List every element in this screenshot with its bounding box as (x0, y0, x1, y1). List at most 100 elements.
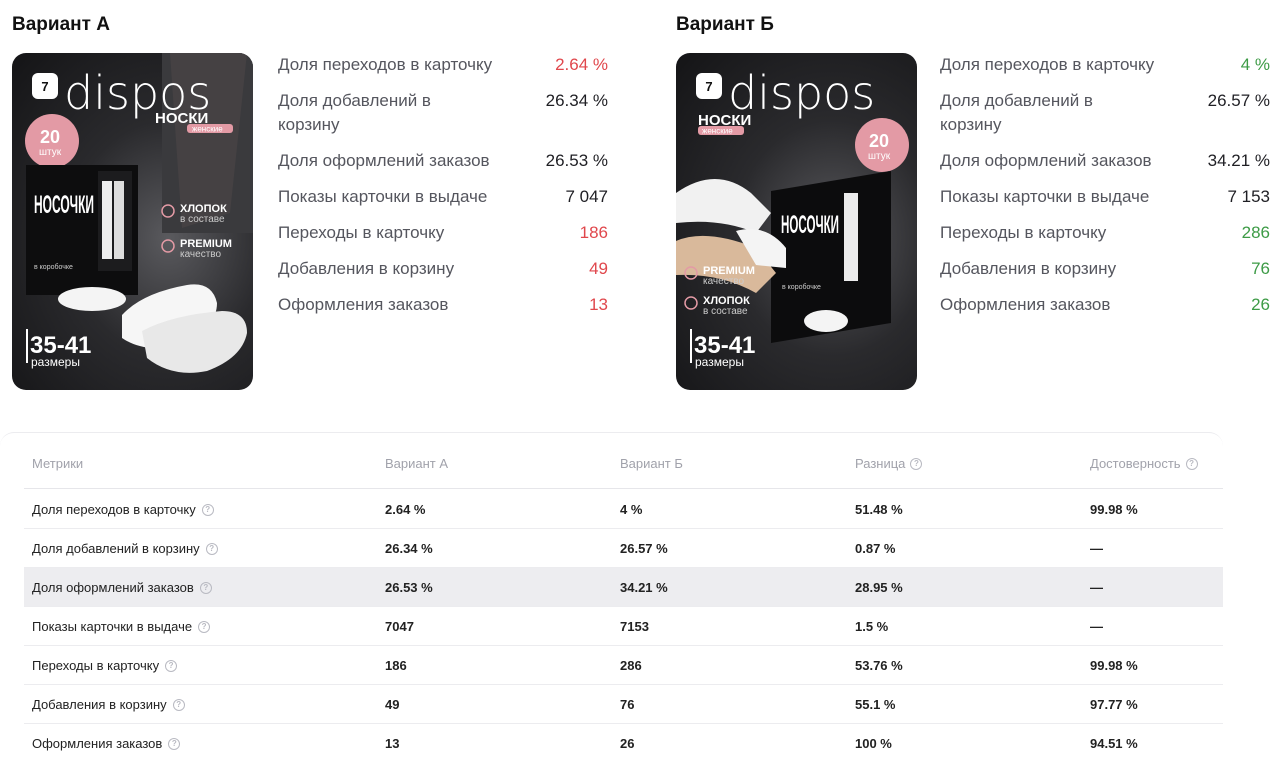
metric-value: 7 047 (565, 187, 608, 206)
header-confidence-label: Достоверность (1090, 456, 1181, 471)
metric-row: Доля оформлений заказов 34.21 % (940, 149, 1270, 173)
metric-value: 26.34 % (545, 91, 608, 110)
feature2-small-a: качество (180, 249, 221, 260)
metric-label: Переходы в карточку (278, 223, 445, 242)
feature2-small-b: в составе (703, 306, 748, 317)
row-variant-b: 26 (620, 736, 635, 751)
metric-value: 26.53 % (545, 151, 608, 170)
help-icon[interactable]: ? (205, 542, 218, 555)
help-icon[interactable]: ? (199, 581, 212, 594)
metric-row: Переходы в карточку 286 (940, 221, 1270, 245)
header-difference: Разница? (855, 456, 923, 471)
row-difference: 28.95 % (855, 580, 903, 595)
row-metric-label: Доля оформлений заказов (32, 580, 194, 595)
help-icon[interactable]: ? (165, 659, 178, 672)
table-row: Переходы в карточку? 186 286 53.76 % 99.… (24, 646, 1223, 685)
row-metric: Доля добавлений в корзину? (32, 541, 218, 556)
row-variant-a: 13 (385, 736, 400, 751)
metric-label: Переходы в карточку (940, 223, 1107, 242)
help-icon[interactable]: ? (1185, 457, 1198, 470)
variant-b-title: Вариант Б (676, 14, 774, 35)
row-variant-b: 4 % (620, 502, 643, 517)
variant-a-product-image: dispos НОСКИ женские 20 штук НОСОЧКИ в к… (12, 53, 253, 390)
product-sub-a: женские (192, 125, 223, 134)
row-difference: 100 % (855, 736, 892, 751)
header-variant-b: Вариант Б (620, 456, 683, 471)
metric-value: 13 (589, 295, 608, 314)
row-confidence: 99.98 % (1090, 658, 1138, 673)
variant-b-image-badge: 7 (696, 73, 722, 99)
metric-label: Показы карточки в выдаче (940, 187, 1150, 206)
table-header: Метрики Вариант А Вариант Б Разница? Дос… (24, 433, 1223, 489)
row-metric-label: Переходы в карточку (32, 658, 160, 673)
help-icon[interactable]: ? (198, 620, 211, 633)
row-confidence: 99.98 % (1090, 502, 1138, 517)
row-confidence: — (1090, 541, 1103, 556)
metric-label: Добавления в корзину (940, 259, 1117, 278)
row-difference: 55.1 % (855, 697, 896, 712)
metric-value: 286 (1241, 223, 1270, 242)
table-row: Добавления в корзину? 49 76 55.1 % 97.77… (24, 685, 1223, 724)
row-confidence: — (1090, 580, 1103, 595)
row-confidence: 97.77 % (1090, 697, 1138, 712)
row-metric: Доля оформлений заказов? (32, 580, 212, 595)
box-sub-b: в коробочке (782, 283, 821, 291)
metric-row: Доля добавлений в корзину 26.57 % (940, 89, 1270, 137)
metric-label: Доля переходов в карточку (940, 55, 1155, 74)
help-icon[interactable]: ? (168, 737, 181, 750)
metric-label: Доля добавлений в корзину (940, 91, 1093, 134)
row-difference: 1.5 % (855, 619, 889, 634)
row-metric-label: Добавления в корзину (32, 697, 167, 712)
metric-value: 76 (1251, 259, 1270, 278)
metric-value: 2.64 % (555, 55, 608, 74)
variant-a-title: Вариант А (12, 14, 110, 35)
variant-a-image-badge: 7 (32, 73, 58, 99)
row-variant-b: 26.57 % (620, 541, 668, 556)
metric-row: Показы карточки в выдаче 7 153 (940, 185, 1270, 209)
help-icon[interactable]: ? (172, 698, 185, 711)
box-word-a: НОСОЧКИ (34, 191, 94, 219)
box-sub-a: в коробочке (34, 263, 73, 271)
table-row-highlighted: Доля оформлений заказов? 26.53 % 34.21 %… (24, 568, 1223, 607)
row-difference: 0.87 % (855, 541, 896, 556)
help-icon[interactable]: ? (201, 503, 214, 516)
metric-label: Показы карточки в выдаче (278, 187, 488, 206)
metric-row: Переходы в карточку 186 (278, 221, 608, 245)
row-confidence: 94.51 % (1090, 736, 1138, 751)
row-confidence: — (1090, 619, 1103, 634)
row-variant-a: 186 (385, 658, 407, 673)
metric-label: Доля оформлений заказов (940, 151, 1152, 170)
metric-label: Добавления в корзину (278, 259, 455, 278)
header-metrics: Метрики (32, 456, 84, 471)
metric-label: Оформления заказов (278, 295, 449, 314)
row-metric: Показы карточки в выдаче? (32, 619, 211, 634)
metric-row: Доля оформлений заказов 26.53 % (278, 149, 608, 173)
metric-value: 4 % (1240, 55, 1270, 74)
metric-value: 7 153 (1227, 187, 1270, 206)
size-label-a: размеры (31, 355, 80, 369)
row-metric: Переходы в карточку? (32, 658, 178, 673)
variant-b-product-image: dispos НОСКИ женские 20 штук НОСОЧКИ в к… (676, 53, 917, 390)
metric-label: Доля оформлений заказов (278, 151, 490, 170)
metric-row: Оформления заказов 26 (940, 293, 1270, 317)
header-variant-a: Вариант А (385, 456, 449, 471)
row-variant-b: 7153 (620, 619, 649, 634)
help-icon[interactable]: ? (910, 457, 923, 470)
row-difference: 53.76 % (855, 658, 903, 673)
row-metric-label: Доля добавлений в корзину (32, 541, 200, 556)
box-word-b: НОСОЧКИ (781, 211, 839, 239)
header-confidence: Достоверность? (1090, 456, 1198, 471)
metric-row: Доля переходов в карточку 2.64 % (278, 53, 608, 77)
metric-row: Оформления заказов 13 (278, 293, 608, 317)
metric-value: 26 (1251, 295, 1270, 314)
row-metric-label: Оформления заказов (32, 736, 163, 751)
row-difference: 51.48 % (855, 502, 903, 517)
metric-label: Оформления заказов (940, 295, 1111, 314)
table-row: Доля добавлений в корзину? 26.34 % 26.57… (24, 529, 1223, 568)
count-unit-b: штук (868, 151, 891, 162)
row-variant-a: 2.64 % (385, 502, 426, 517)
metric-row: Добавления в корзину 76 (940, 257, 1270, 281)
variant-a-metrics: Доля переходов в карточку 2.64 % Доля доб… (278, 53, 608, 329)
row-variant-a: 7047 (385, 619, 414, 634)
row-variant-b: 34.21 % (620, 580, 668, 595)
